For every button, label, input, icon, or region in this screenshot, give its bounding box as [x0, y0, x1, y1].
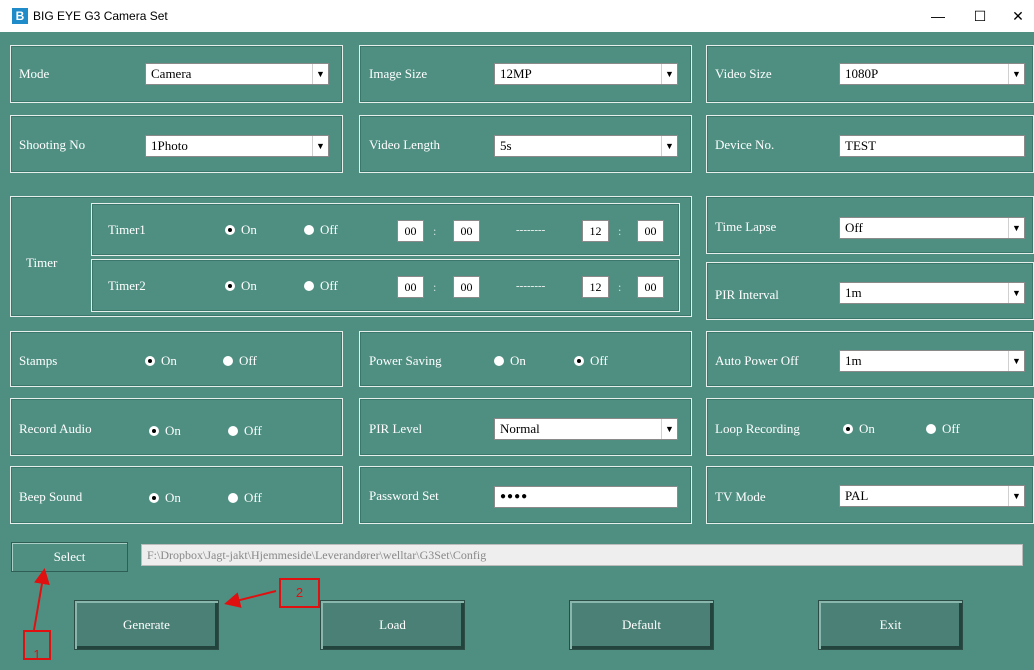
arrow-to-generate — [224, 590, 277, 608]
annotation-marker-2: 2 — [279, 578, 320, 608]
annotation-marker-1: 1 — [23, 630, 51, 662]
annotation-arrows — [33, 568, 277, 631]
arrow-to-select — [33, 568, 50, 631]
